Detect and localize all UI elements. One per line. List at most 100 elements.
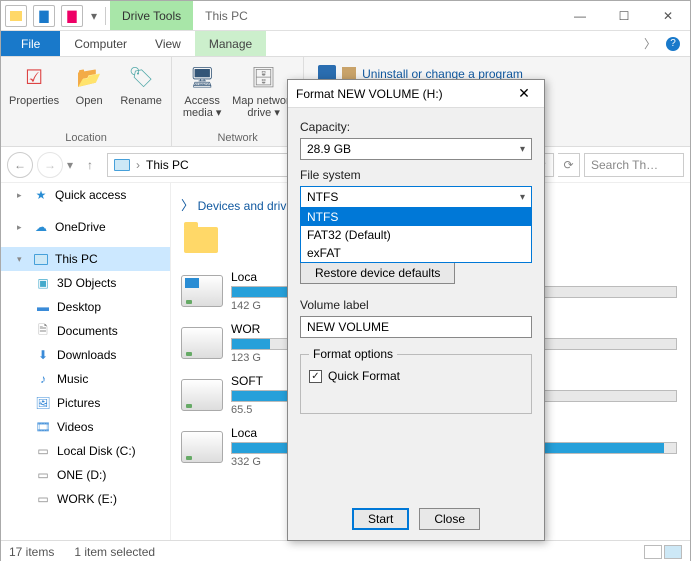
nav-label: This PC	[55, 252, 98, 266]
capacity-label: Capacity:	[300, 120, 532, 134]
start-button[interactable]: Start	[352, 508, 409, 530]
cloud-icon: ☁	[33, 219, 49, 235]
capacity-select[interactable]: 28.9 GB ▾	[300, 138, 532, 160]
tab-file[interactable]: File	[1, 31, 60, 56]
fs-option-fat32[interactable]: FAT32 (Default)	[301, 226, 531, 244]
properties-icon: ☑	[18, 61, 50, 93]
chevron-down-icon: ▾	[520, 144, 525, 155]
capacity-value: 28.9 GB	[307, 142, 351, 156]
doc-icon: ▇	[67, 9, 76, 23]
nav-label: Local Disk (C:)	[57, 444, 136, 458]
help-icon[interactable]: ?	[666, 37, 680, 51]
status-selection: 1 item selected	[74, 545, 155, 559]
filesystem-select[interactable]: NTFS ▾ NTFS FAT32 (Default) exFAT	[300, 186, 532, 208]
ribbon-tabs: File Computer View Manage 〉 ?	[1, 31, 690, 57]
nav-label: Videos	[57, 420, 93, 434]
view-icons-button[interactable]	[664, 545, 682, 559]
nav-recent-dropdown[interactable]: ▾	[67, 158, 73, 172]
nav-back-button[interactable]: ←	[7, 152, 33, 178]
qat-icon-1[interactable]	[5, 5, 27, 27]
qat-dropdown[interactable]: ▾	[89, 9, 99, 23]
drive-icon: ▭	[35, 491, 51, 507]
desktop-icon: ▬	[35, 299, 51, 315]
window-title: This PC	[193, 1, 558, 30]
open-label: Open	[76, 95, 103, 107]
volume-label-input[interactable]: NEW VOLUME	[300, 316, 532, 338]
nav-documents[interactable]: 🗎 Documents	[1, 319, 170, 343]
quick-format-checkbox[interactable]: ✓ Quick Format	[309, 369, 523, 383]
nav-up-button[interactable]: ↑	[77, 152, 103, 178]
documents-icon: 🗎	[35, 323, 51, 339]
breadcrumb-thispc[interactable]: This PC	[146, 158, 189, 172]
qat-icon-3[interactable]: ▇	[61, 5, 83, 27]
close-button[interactable]: Close	[419, 508, 480, 530]
nav-thispc[interactable]: ▾This PC	[1, 247, 170, 271]
fs-option-ntfs[interactable]: NTFS	[301, 208, 531, 226]
nav-work-e[interactable]: ▭WORK (E:)	[1, 487, 170, 511]
group-label-location: Location	[9, 132, 163, 144]
nav-pictures[interactable]: 🖼 Pictures	[1, 391, 170, 415]
drive-icon	[181, 327, 223, 359]
view-details-button[interactable]	[644, 545, 662, 559]
nav-label: Downloads	[57, 348, 116, 362]
map-drive-label: Map network drive ▾	[232, 95, 295, 119]
nav-desktop[interactable]: ▬Desktop	[1, 295, 170, 319]
nav-forward-button[interactable]: →	[37, 152, 63, 178]
cube-icon: ▣	[35, 275, 51, 291]
nav-local-c[interactable]: ▭Local Disk (C:)	[1, 439, 170, 463]
quick-access-toolbar: ▇ ▇ ▾	[1, 1, 110, 30]
properties-button[interactable]: ☑ Properties	[9, 61, 59, 132]
close-button[interactable]: ✕	[646, 1, 690, 30]
nav-label: Quick access	[55, 188, 126, 202]
videos-icon: 🎞	[35, 419, 51, 435]
rename-button[interactable]: 🏷 Rename	[119, 61, 163, 132]
ribbon-collapse-icon[interactable]: 〉	[644, 35, 656, 52]
access-media-label: Access media ▾	[183, 95, 222, 119]
nav-label: ONE (D:)	[57, 468, 106, 482]
tab-manage[interactable]: Manage	[195, 31, 266, 56]
access-media-button[interactable]: 🖥 Access media ▾	[180, 61, 224, 132]
nav-label: OneDrive	[55, 220, 106, 234]
minimize-button[interactable]: —	[558, 1, 602, 30]
chevron-down-icon: ▾	[520, 192, 525, 203]
nav-videos[interactable]: 🎞 Videos	[1, 415, 170, 439]
rename-label: Rename	[120, 95, 162, 107]
map-drive-button[interactable]: 🗄 Map network drive ▾	[232, 61, 295, 132]
dialog-close-button[interactable]: ✕	[512, 85, 536, 102]
thispc-icon	[114, 159, 130, 171]
pictures-icon: 🖼	[35, 395, 51, 411]
nav-music[interactable]: ♪Music	[1, 367, 170, 391]
nav-quick-access[interactable]: ▸★Quick access	[1, 183, 170, 207]
refresh-button[interactable]: ⟳	[558, 153, 580, 177]
format-options-group: Format options ✓ Quick Format	[300, 354, 532, 414]
music-icon: ♪	[35, 371, 51, 387]
media-icon: 🖥	[186, 61, 218, 93]
open-icon: 📂	[73, 61, 105, 93]
downloads-icon: ⬇	[35, 347, 51, 363]
volume-label-value: NEW VOLUME	[307, 320, 389, 334]
volume-label-label: Volume label	[300, 298, 532, 312]
properties-label: Properties	[9, 95, 59, 107]
title-bar: ▇ ▇ ▾ Drive Tools This PC — ☐ ✕	[1, 1, 690, 31]
maximize-button[interactable]: ☐	[602, 1, 646, 30]
filesystem-dropdown: NTFS FAT32 (Default) exFAT	[300, 207, 532, 263]
tab-computer[interactable]: Computer	[60, 31, 141, 56]
qat-icon-2[interactable]: ▇	[33, 5, 55, 27]
tab-view[interactable]: View	[141, 31, 195, 56]
nav-label: Pictures	[57, 396, 100, 410]
dialog-title: Format NEW VOLUME (H:)	[296, 87, 443, 101]
nav-onedrive[interactable]: ▸☁OneDrive	[1, 215, 170, 239]
nav-label: Documents	[57, 324, 118, 338]
search-input[interactable]: Search Th…	[584, 153, 684, 177]
nav-one-d[interactable]: ▭ONE (D:)	[1, 463, 170, 487]
star-icon: ★	[33, 187, 49, 203]
restore-defaults-button[interactable]: Restore device defaults	[300, 262, 455, 284]
folder-icon	[181, 220, 221, 260]
fs-option-exfat[interactable]: exFAT	[301, 244, 531, 262]
open-button[interactable]: 📂 Open	[67, 61, 111, 132]
nav-3d-objects[interactable]: ▣3D Objects	[1, 271, 170, 295]
folder-mini-icon	[10, 11, 22, 21]
monitor-icon	[33, 251, 49, 267]
nav-downloads[interactable]: ⬇ Downloads	[1, 343, 170, 367]
quick-format-label: Quick Format	[328, 369, 400, 383]
